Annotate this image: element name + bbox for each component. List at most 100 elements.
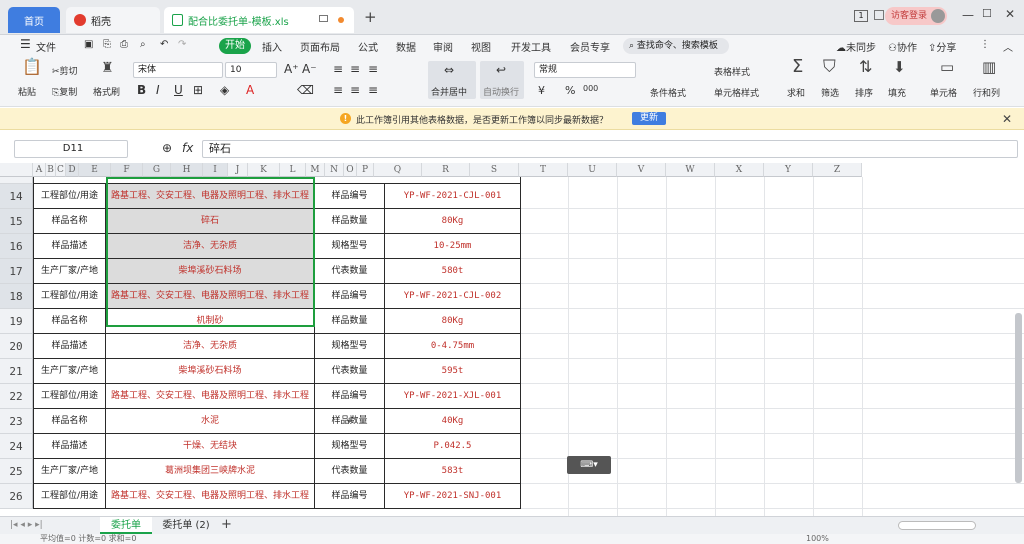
row-field-value-cell[interactable]: YP-WF-2021-XJL-001 bbox=[385, 384, 521, 409]
row-field-cell[interactable]: 代表数量 bbox=[315, 259, 385, 284]
column-header[interactable]: R bbox=[422, 163, 470, 177]
font-size-select[interactable]: 10 bbox=[225, 62, 277, 78]
row-value-cell[interactable]: 洁净、无杂质 bbox=[106, 334, 315, 359]
column-header[interactable]: N bbox=[325, 163, 344, 177]
row-header[interactable]: 15 bbox=[0, 209, 33, 234]
menu-review[interactable]: 审阅 bbox=[433, 39, 453, 54]
zoom-icon[interactable]: ⊕ bbox=[162, 141, 172, 155]
menu-member[interactable]: 会员专享 bbox=[570, 39, 610, 54]
menu-data[interactable]: 数据 bbox=[396, 39, 416, 54]
horizontal-scrollbar[interactable] bbox=[898, 521, 976, 530]
search-box[interactable]: ⌕ 查找命令、搜索模板 bbox=[623, 38, 729, 54]
close-icon[interactable]: ✕ bbox=[1005, 7, 1015, 21]
column-header[interactable]: Y bbox=[764, 163, 813, 177]
column-header[interactable]: X bbox=[715, 163, 764, 177]
menu-view[interactable]: 视图 bbox=[471, 39, 491, 54]
row-header[interactable]: 18 bbox=[0, 284, 33, 309]
row-header[interactable]: 22 bbox=[0, 384, 33, 409]
row-label-cell[interactable]: 生产厂家/产地 bbox=[33, 259, 106, 284]
collapse-ribbon-icon[interactable]: ︿ bbox=[1003, 39, 1013, 54]
row-field-cell[interactable]: 样品数量 bbox=[315, 209, 385, 234]
menu-developer[interactable]: 开发工具 bbox=[511, 39, 551, 54]
row-value-cell[interactable]: 水泥 bbox=[106, 409, 315, 434]
rowcol-icon[interactable]: ▥ bbox=[982, 60, 996, 75]
conditional-format-button[interactable]: 条件格式 bbox=[650, 86, 686, 99]
row-label-cell[interactable]: 样品名称 bbox=[33, 309, 106, 334]
tab-wps[interactable]: 稻壳 bbox=[66, 7, 160, 33]
column-header[interactable]: Q bbox=[374, 163, 422, 177]
sheet-tab-2[interactable]: 委托单 (2) bbox=[156, 517, 216, 534]
row-field-value-cell[interactable]: 580t bbox=[385, 259, 521, 284]
row-value-cell[interactable]: 柴埠溪砂石料场 bbox=[106, 259, 315, 284]
thousands-icon[interactable]: 000 bbox=[583, 84, 598, 93]
formula-input[interactable]: 碎石 bbox=[202, 140, 1018, 158]
row-header[interactable]: 20 bbox=[0, 334, 33, 359]
maximize-icon[interactable]: ☐ bbox=[982, 7, 992, 21]
column-header[interactable]: O bbox=[344, 163, 357, 177]
row-value-cell[interactable]: 路基工程、交安工程、电器及照明工程、排水工程 bbox=[106, 284, 315, 309]
rowcol-button[interactable]: 行和列 bbox=[973, 86, 1000, 99]
row-value-cell[interactable]: 干燥、无结块 bbox=[106, 434, 315, 459]
login-button[interactable]: 访客登录 bbox=[885, 7, 947, 25]
print-icon[interactable]: ⎙ bbox=[120, 39, 128, 50]
format-painter-icon[interactable]: ♜ bbox=[101, 61, 114, 75]
currency-icon[interactable]: ¥ bbox=[538, 84, 545, 97]
sigma-icon[interactable]: Σ bbox=[792, 58, 803, 76]
row-header[interactable] bbox=[0, 177, 33, 184]
column-header[interactable]: T bbox=[519, 163, 568, 177]
row-header[interactable]: 23 bbox=[0, 409, 33, 434]
column-header[interactable]: G bbox=[143, 163, 171, 177]
row-value-cell[interactable]: 碎石 bbox=[106, 209, 315, 234]
fill-button[interactable]: 填充 bbox=[888, 86, 906, 99]
row-field-value-cell[interactable]: 595t bbox=[385, 359, 521, 384]
fx-icon[interactable]: fx bbox=[182, 141, 193, 155]
minimize-icon[interactable]: — bbox=[962, 8, 974, 22]
row-label-cell[interactable]: 样品描述 bbox=[33, 334, 106, 359]
column-header[interactable]: B bbox=[46, 163, 56, 177]
new-tab-button[interactable]: + bbox=[364, 10, 377, 25]
row-field-cell[interactable]: 规格型号 bbox=[315, 334, 385, 359]
cell-icon[interactable]: ▭ bbox=[940, 60, 954, 75]
sheet-tab-1[interactable]: 委托单 bbox=[100, 517, 152, 534]
row-field-cell[interactable]: 代表数量 bbox=[315, 459, 385, 484]
row-field-cell[interactable]: 代表数量 bbox=[315, 359, 385, 384]
row-field-cell[interactable]: 规格型号 bbox=[315, 434, 385, 459]
sum-button[interactable]: 求和 bbox=[787, 86, 805, 99]
percent-icon[interactable]: % bbox=[565, 84, 575, 97]
row-value-cell[interactable]: 洁净、无杂质 bbox=[106, 234, 315, 259]
funnel-icon[interactable]: ⛉ bbox=[823, 59, 836, 76]
row-field-value-cell[interactable]: YP-WF-2021-CJL-002 bbox=[385, 284, 521, 309]
save-icon[interactable]: ▣ bbox=[84, 39, 93, 50]
row-header[interactable]: 25 bbox=[0, 459, 33, 484]
sort-icon[interactable]: ⇅ bbox=[859, 59, 872, 75]
add-sheet-button[interactable]: + bbox=[221, 518, 232, 532]
redo-icon[interactable]: ↷ bbox=[178, 39, 186, 50]
fill-icon[interactable]: ⬇ bbox=[893, 60, 906, 75]
notice-close-icon[interactable]: ✕ bbox=[1002, 112, 1012, 126]
tab-home[interactable]: 首页 bbox=[8, 7, 60, 33]
column-header[interactable]: J bbox=[228, 163, 248, 177]
tab-file[interactable]: 配合比委托单-模板.xls bbox=[164, 7, 354, 33]
column-header[interactable]: H bbox=[171, 163, 203, 177]
row-field-value-cell[interactable]: 583t bbox=[385, 459, 521, 484]
row-label-cell[interactable]: 工程部位/用途 bbox=[33, 284, 106, 309]
row-header[interactable]: 17 bbox=[0, 259, 33, 284]
merge-center-button[interactable]: ⇔ 合并居中 bbox=[428, 61, 476, 99]
column-header[interactable]: V bbox=[617, 163, 666, 177]
clear-format-icon[interactable]: ⌫ bbox=[297, 83, 314, 97]
row-header[interactable]: 21 bbox=[0, 359, 33, 384]
menu-page-layout[interactable]: 页面布局 bbox=[300, 39, 340, 54]
row-field-cell[interactable]: 样品编号 bbox=[315, 384, 385, 409]
font-grow-icon[interactable]: A⁺ bbox=[284, 62, 299, 76]
row-field-cell[interactable]: 样品编号 bbox=[315, 184, 385, 209]
spreadsheet-grid[interactable]: ABCDEFGHIJKLMNOPQRSTUVWXYZ 14 工程部位/用途 路基工程… bbox=[0, 163, 1024, 516]
cell-style-button[interactable]: 单元格样式 bbox=[714, 86, 759, 99]
more-icon[interactable]: ⋮ bbox=[980, 39, 990, 50]
row-field-value-cell[interactable]: 40Kg bbox=[385, 409, 521, 434]
align-middle-icon[interactable]: ≡ bbox=[350, 62, 360, 76]
row-header[interactable]: 26 bbox=[0, 484, 33, 509]
row-label-cell[interactable]: 工程部位/用途 bbox=[33, 184, 106, 209]
row-field-value-cell[interactable]: 80Kg bbox=[385, 309, 521, 334]
row-field-value-cell[interactable]: 80Kg bbox=[385, 209, 521, 234]
row-field-value-cell[interactable]: P.042.5 bbox=[385, 434, 521, 459]
